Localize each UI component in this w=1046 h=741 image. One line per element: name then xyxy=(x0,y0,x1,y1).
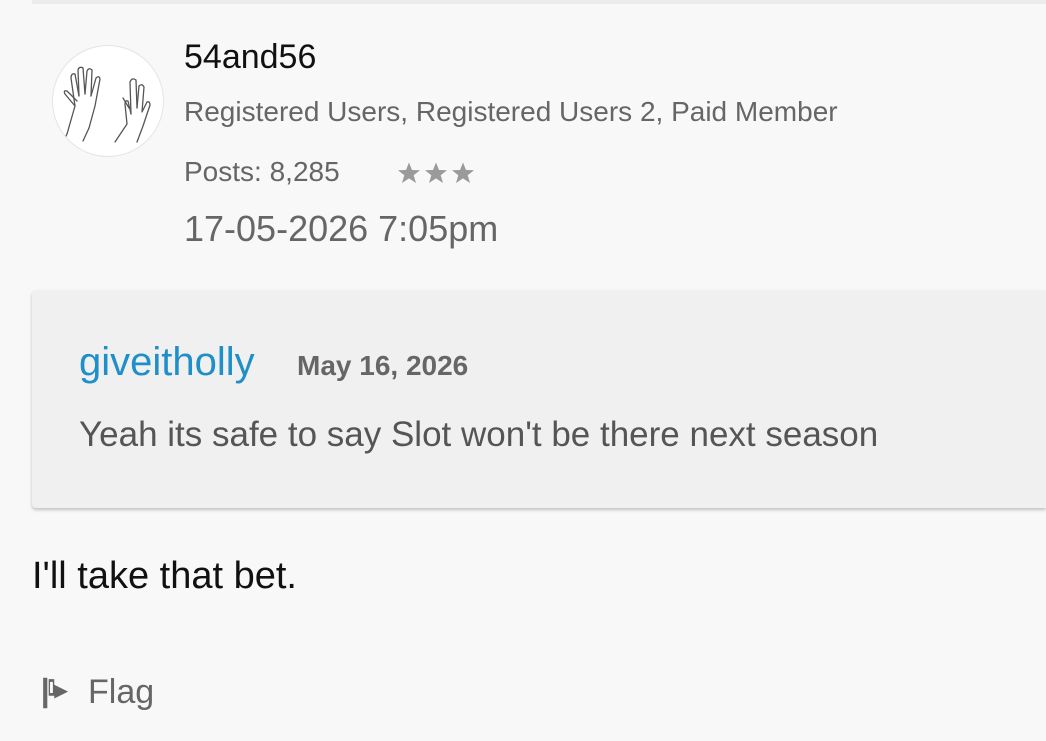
flag-icon xyxy=(43,677,69,708)
rank-stars xyxy=(396,161,476,185)
top-divider xyxy=(32,0,1046,4)
quote-block: giveitholly May 16, 2026 Yeah its safe t… xyxy=(32,290,1046,508)
quote-text: Yeah its safe to say Slot won't be there… xyxy=(79,415,879,454)
flag-button[interactable]: Flag xyxy=(40,673,154,712)
flag-label: Flag xyxy=(88,673,155,711)
post-body: I'll take that bet. xyxy=(32,555,297,597)
hands-drawing-icon xyxy=(62,66,151,143)
quote-author-link[interactable]: giveitholly xyxy=(79,340,255,385)
avatar[interactable] xyxy=(52,45,164,157)
quote-date: May 16, 2026 xyxy=(297,350,469,381)
post-author-username[interactable]: 54and56 xyxy=(184,38,316,77)
star-icon xyxy=(398,162,420,183)
star-icon xyxy=(452,162,474,183)
star-icon xyxy=(425,162,447,183)
post-author-post-count: Posts: 8,285 xyxy=(184,156,340,187)
post-author-roles: Registered Users, Registered Users 2, Pa… xyxy=(184,96,838,127)
post-date[interactable]: 17-05-2026 7:05pm xyxy=(184,208,498,250)
